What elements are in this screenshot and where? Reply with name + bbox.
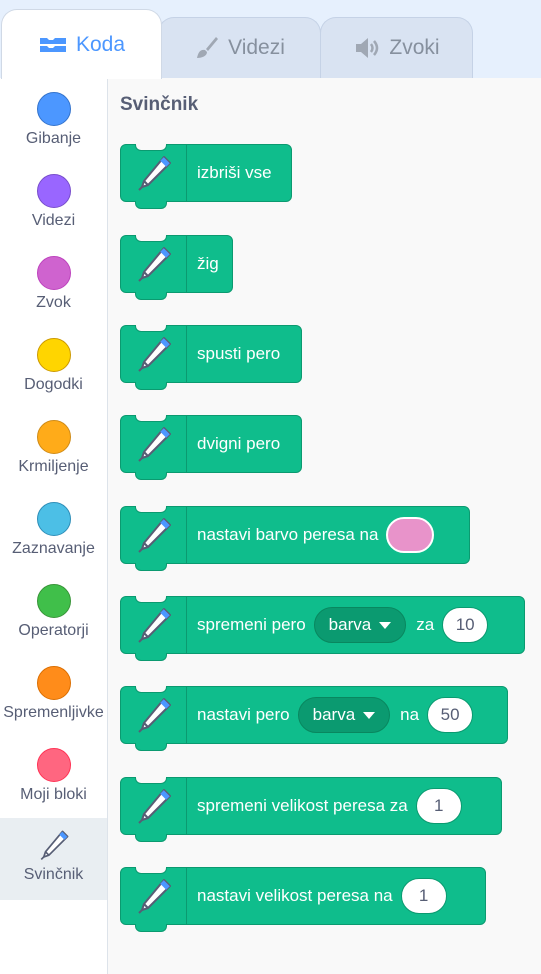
number-input[interactable]: 10 [442, 607, 489, 643]
pen-icon [121, 326, 187, 382]
pen-icon [121, 687, 187, 743]
category-sound[interactable]: Zvok [0, 246, 107, 328]
category-variables[interactable]: Spremenljivke [0, 656, 107, 738]
category-control-dot [36, 420, 71, 454]
editor-tabs: Koda Videzi Zvoki [0, 0, 541, 79]
block-text: izbriši vse [197, 163, 272, 182]
pen-icon [121, 597, 187, 653]
pen-icon [121, 507, 187, 563]
category-label: Videzi [31, 212, 76, 229]
block-text: spremeni pero [197, 615, 306, 634]
block-change-pen-size[interactable]: spremeni velikost peresa za 1 [120, 777, 502, 842]
block-text: spusti pero [197, 344, 281, 363]
dropdown-value: barva [328, 615, 372, 634]
category-label: Zvok [36, 294, 71, 311]
block-set-pen-color[interactable]: nastavi barvo peresa na [120, 506, 470, 571]
category-operators-dot [36, 584, 71, 618]
tab-code[interactable]: Koda [1, 9, 162, 79]
tab-code-label: Koda [75, 32, 126, 56]
category-looks[interactable]: Videzi [0, 164, 107, 246]
category-control[interactable]: Krmiljenje [0, 410, 107, 492]
block-text: spremeni velikost peresa za [197, 796, 408, 815]
category-motion-dot [36, 92, 71, 126]
block-text: dvigni pero [197, 434, 281, 453]
pen-icon [121, 145, 187, 201]
brush-icon [194, 35, 220, 61]
category-label: Moji bloki [20, 786, 87, 803]
color-swatch-input[interactable] [386, 517, 435, 553]
number-input[interactable]: 50 [427, 697, 474, 733]
category-label: Operatorji [18, 622, 89, 639]
category-label: Gibanje [25, 130, 82, 147]
tab-costumes[interactable]: Videzi [158, 17, 321, 78]
pen-icon [121, 416, 187, 472]
block-text: žig [197, 254, 219, 273]
pen-icon [121, 868, 187, 924]
block-pen-stamp[interactable]: žig [120, 235, 233, 300]
speaker-icon [353, 36, 381, 60]
category-looks-dot [36, 174, 71, 208]
category-motion[interactable]: Gibanje [0, 82, 107, 164]
category-label: Dogodki [24, 376, 83, 393]
category-menu: Gibanje Videzi Zvok Dogodki Krmiljenje Z… [0, 78, 108, 974]
block-set-pen-param[interactable]: nastavi pero barva na 50 [120, 686, 508, 751]
block-text: nastavi velikost peresa na [197, 886, 393, 905]
tab-sounds[interactable]: Zvoki [320, 17, 473, 78]
tab-sounds-label: Zvoki [389, 36, 440, 59]
tab-costumes-label: Videzi [228, 36, 285, 59]
block-pen-up[interactable]: dvigni pero [120, 415, 302, 480]
block-change-pen-param[interactable]: spremeni pero barva za 10 [120, 596, 525, 661]
block-text: nastavi pero [197, 705, 290, 724]
chevron-down-icon [363, 711, 376, 719]
category-label: Krmiljenje [18, 458, 89, 475]
pen-icon [37, 828, 71, 862]
pen-param-dropdown[interactable]: barva [297, 697, 391, 733]
number-input[interactable]: 1 [415, 788, 462, 824]
palette-category-title: Svinčnik [120, 94, 199, 115]
category-events-dot [36, 338, 71, 372]
category-label: Spremenljivke [3, 704, 104, 721]
category-sound-dot [36, 256, 71, 290]
category-label: Svinčnik [23, 866, 84, 883]
block-text: za [416, 615, 435, 634]
category-sensing-dot [36, 502, 71, 536]
block-palette: Svinčnik izbriši vse žig spusti pero dvi… [108, 78, 541, 974]
block-pen-down[interactable]: spusti pero [120, 325, 302, 390]
chevron-down-icon [379, 621, 392, 629]
block-text: na [400, 705, 420, 724]
category-variables-dot [36, 666, 71, 700]
category-events[interactable]: Dogodki [0, 328, 107, 410]
category-pen[interactable]: Svinčnik [0, 818, 107, 900]
code-icon [38, 35, 68, 55]
pen-icon [121, 236, 187, 292]
block-pen-clear[interactable]: izbriši vse [120, 144, 292, 209]
number-input[interactable]: 1 [400, 878, 447, 914]
dropdown-value: barva [312, 705, 356, 724]
category-my-blocks-dot [36, 748, 71, 782]
pen-param-dropdown[interactable]: barva [313, 607, 407, 643]
category-operators[interactable]: Operatorji [0, 574, 107, 656]
pen-icon [121, 778, 187, 834]
category-label: Zaznavanje [12, 540, 95, 557]
category-my-blocks[interactable]: Moji bloki [0, 738, 107, 820]
block-set-pen-size[interactable]: nastavi velikost peresa na 1 [120, 867, 486, 932]
category-sensing[interactable]: Zaznavanje [0, 492, 107, 574]
block-text: nastavi barvo peresa na [197, 525, 379, 544]
